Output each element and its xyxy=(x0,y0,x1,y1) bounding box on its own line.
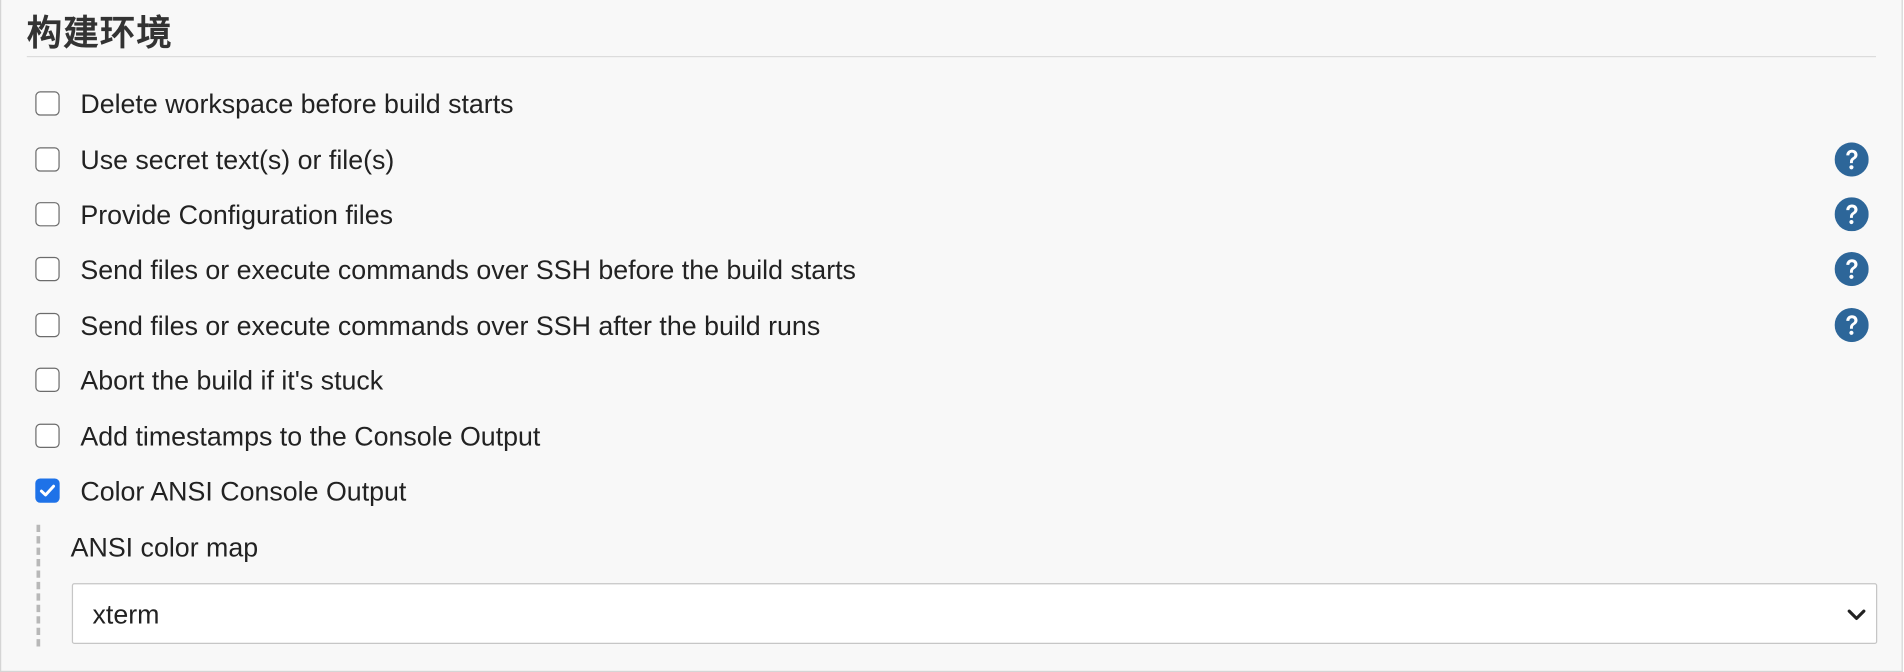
option-abort-if-stuck[interactable]: Abort the build if it's stuck xyxy=(35,365,1876,402)
ansi-color-map-label: ANSI color map xyxy=(70,532,259,563)
ansi-color-map-select[interactable]: xterm xyxy=(71,583,1878,645)
question-circle-icon[interactable] xyxy=(1834,197,1869,232)
provide-config-checkbox[interactable] xyxy=(35,202,60,227)
ansi-color-map-value: xterm xyxy=(92,598,160,630)
color-ansi-checkbox[interactable] xyxy=(35,478,60,503)
question-circle-icon[interactable] xyxy=(1834,142,1869,177)
option-provide-config[interactable]: Provide Configuration files xyxy=(35,197,1876,237)
option-label: Abort the build if it's stuck xyxy=(80,365,384,396)
option-label: Send files or execute commands over SSH … xyxy=(80,310,821,341)
option-ssh-before-build[interactable]: Send files or execute commands over SSH … xyxy=(35,252,1876,291)
question-circle-icon[interactable] xyxy=(1834,252,1869,287)
option-ssh-after-build[interactable]: Send files or execute commands over SSH … xyxy=(35,308,1876,347)
question-circle-icon[interactable] xyxy=(1834,308,1869,343)
option-label: Color ANSI Console Output xyxy=(80,476,407,507)
add-timestamps-checkbox[interactable] xyxy=(35,423,60,449)
ssh-after-build-checkbox[interactable] xyxy=(35,312,60,338)
section-divider xyxy=(26,56,1877,58)
option-label: Add timestamps to the Console Output xyxy=(80,421,541,452)
option-label: Send files or execute commands over SSH … xyxy=(80,254,856,285)
build-environment-panel: 构建环境 Delete workspace before build start… xyxy=(0,0,1903,672)
option-label: Provide Configuration files xyxy=(80,199,393,231)
option-color-ansi[interactable]: Color ANSI Console Output xyxy=(35,476,1876,513)
ssh-before-build-checkbox[interactable] xyxy=(35,256,60,282)
checkmark-icon xyxy=(39,484,56,497)
abort-if-stuck-checkbox[interactable] xyxy=(35,367,60,393)
ansi-color-map-section: ANSI color map xterm xyxy=(36,524,1878,647)
section-title: 构建环境 xyxy=(26,12,173,54)
option-delete-workspace[interactable]: Delete workspace before build starts xyxy=(35,89,1876,126)
option-label: Use secret text(s) or file(s) xyxy=(80,144,395,176)
nested-section-indicator xyxy=(36,524,41,647)
option-label: Delete workspace before build starts xyxy=(80,88,514,120)
delete-workspace-checkbox[interactable] xyxy=(35,91,60,116)
secret-text-checkbox[interactable] xyxy=(35,147,60,172)
option-secret-text[interactable]: Use secret text(s) or file(s) xyxy=(35,142,1876,182)
option-add-timestamps[interactable]: Add timestamps to the Console Output xyxy=(35,421,1876,458)
chevron-down-icon xyxy=(1847,609,1866,621)
